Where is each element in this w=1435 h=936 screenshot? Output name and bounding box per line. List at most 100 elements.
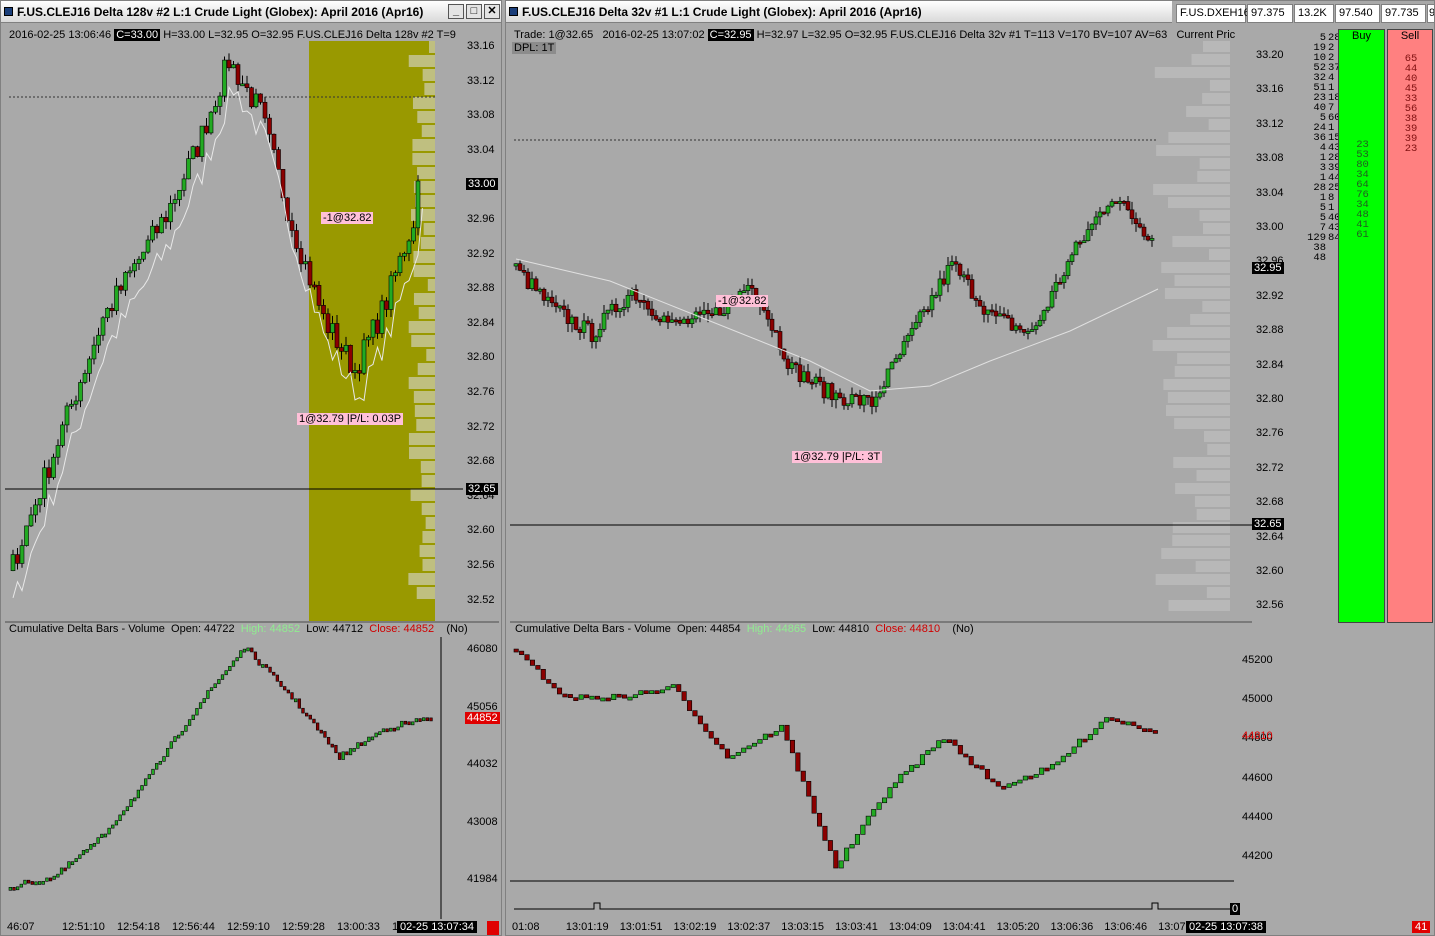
right-volume-profile-bar [1153,184,1230,195]
left-delta-chart[interactable] [5,637,461,919]
right-candle [1061,271,1067,289]
dom-buy-column[interactable]: Buy 23 53 80 34 64 76 34 48 41 61 [1338,29,1385,623]
right-delta-bar [697,715,703,725]
right-candle [581,313,587,339]
left-delta-bar [246,647,250,652]
left-volume-profile-bar [411,209,435,221]
right-delta-bar [789,739,795,754]
close-button[interactable]: ✕ [484,4,500,19]
right-candle [661,312,667,323]
left-delta-bar [264,664,269,668]
right-candle [1121,200,1127,206]
right-candle [937,270,943,302]
left-price-chart[interactable] [5,41,463,621]
left-candle [262,96,268,123]
right-delta-bar [784,724,790,741]
quote-bid: 97.540 [1335,4,1380,23]
right-candle [553,295,559,313]
right-volume-profile-bar [1155,574,1230,585]
right-date-box: 02-25 13:07:38 [1186,921,1267,933]
left-delta-bar [352,748,356,752]
right-candle [873,391,879,413]
left-delta-bar [8,887,12,891]
left-delta-bar [158,761,162,765]
left-candle [217,92,223,115]
left-title-bar[interactable]: F.US.CLEJ16 Delta 128v #2 L:1 Crude Ligh… [1,1,501,23]
left-delta-bar [422,717,426,722]
right-delta-tick: 45200 [1242,654,1273,666]
left-crosshair-price: 32.65 [466,483,498,495]
quote-symbol[interactable]: F.US.DXEH16 [1176,4,1250,23]
right-delta-bar [1120,720,1126,725]
right-volume-profile-bar [1172,522,1230,533]
right-candle [645,298,651,316]
right-delta-bar [1104,717,1110,723]
left-delta-bar [103,833,108,838]
right-delta-bar [627,696,633,701]
left-delta-close: Close: 44852 [369,623,435,635]
dom-ladder[interactable]: 5 19 10 52 32 51 23 40 5 24 36 4 1 3 1 28 1 5 5 7 129 38 48 28… [1292,25,1433,623]
right-volume-profile-bar [1202,301,1230,312]
right-delta-flag[interactable]: (No) [952,623,973,635]
right-candle [1033,321,1039,335]
left-delta-bar [261,664,265,668]
left-info-rest: H=33.00 L=32.95 O=32.95 F.US.CLEJ16 Delt… [163,29,456,41]
minimize-button[interactable]: _ [448,4,464,19]
right-candle [805,364,811,384]
right-delta-bar [632,694,638,699]
left-delta-bar [92,843,97,847]
right-delta-chart[interactable] [510,637,1234,919]
dom-sell-column[interactable]: Sell 65 44 40 45 33 56 38 39 39 23 [1387,29,1433,623]
left-candle [379,294,385,339]
right-delta-bar [941,739,947,743]
right-candle [1097,206,1103,226]
right-delta-bar [1136,725,1142,729]
dom-sell-values: 65 44 40 45 33 56 38 39 39 23 [1404,53,1418,155]
right-volume-profile-bar [1206,587,1230,598]
maximize-button[interactable]: □ [466,4,482,19]
right-title-bar[interactable]: F.US.CLEJ16 Delta 32v #1 L:1 Crude Light… [506,1,1172,23]
right-volume-profile-bar [1209,249,1230,260]
right-candle [909,321,915,342]
right-candle [789,356,795,375]
left-delta-bar [114,820,119,826]
right-candle [941,270,947,287]
left-delta-bar [125,806,130,812]
right-delta-bar [703,723,709,732]
right-delta-tick: 45000 [1242,693,1273,706]
left-delta-bar [144,778,148,786]
left-candle [190,145,196,160]
right-delta-bar [768,733,774,738]
right-delta-bar [746,745,752,750]
right-delta-axis: 45200 45000 44800 44600 44400 44200 [1238,637,1288,919]
left-volume-profile-bar [422,559,435,571]
right-volume-profile-bar [1194,496,1230,507]
left-volume-profile-bar [421,475,435,487]
right-volume-profile-bar [1195,561,1230,572]
dom-buy-header: Buy [1352,30,1371,42]
right-candle [865,395,871,405]
left-candle [78,379,83,408]
right-price-chart[interactable] [510,41,1252,621]
left-delta-bar [213,683,217,688]
right-delta-bar [752,742,758,747]
left-candle [231,60,236,69]
right-volume-profile-bar [1154,67,1230,78]
right-candle [977,295,983,307]
right-candle [641,294,647,310]
right-candle [621,298,627,317]
right-delta-bar [876,802,882,810]
right-candle [1149,234,1155,247]
left-delta-flag[interactable]: (No) [446,623,467,635]
right-delta-bar [1044,767,1050,772]
right-delta-current: 44810 [1242,730,1273,742]
left-delta-bar [378,731,382,736]
right-candle [905,333,911,348]
left-candle [19,539,25,568]
left-delta-bar [330,743,334,748]
right-candle [777,326,783,356]
right-candle [825,382,831,400]
right-price-tick: 33.12 [1256,117,1284,130]
left-delta-bar [122,810,126,816]
right-delta-bar [947,739,953,743]
